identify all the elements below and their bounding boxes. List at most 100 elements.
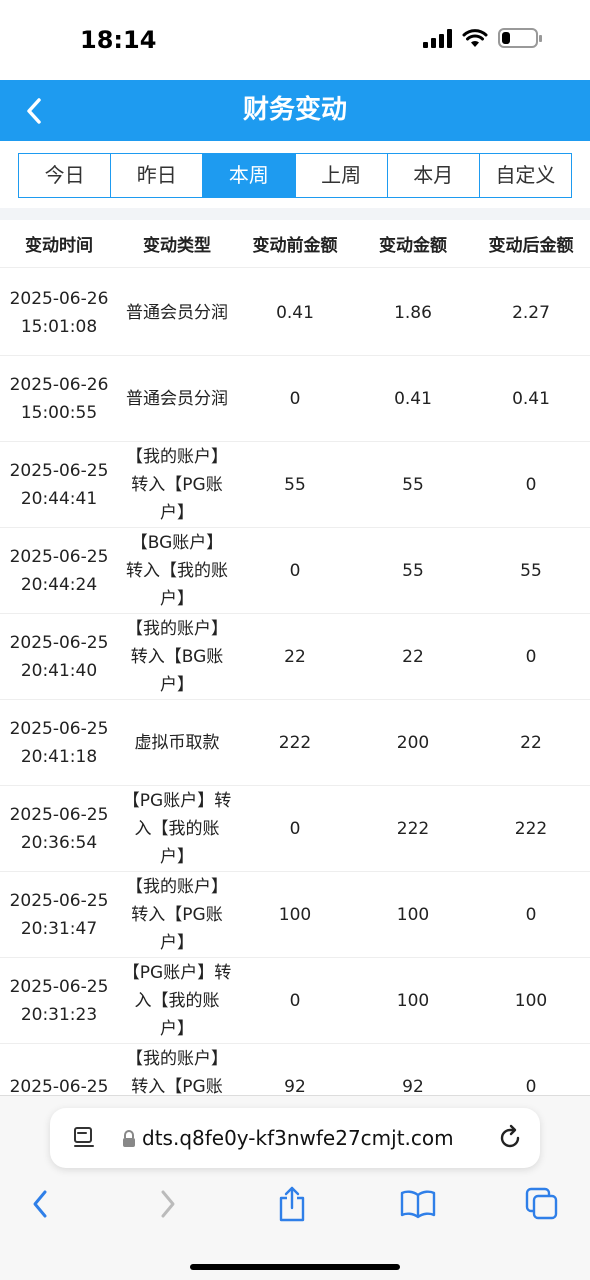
row-date-text: 2025-06-25 bbox=[9, 804, 109, 825]
row-time-text: 20:41:40 bbox=[20, 660, 98, 681]
reload-icon[interactable] bbox=[496, 1124, 524, 1152]
reader-menu-icon[interactable] bbox=[72, 1126, 96, 1150]
row-date-text: 2025-06-25 bbox=[9, 546, 109, 567]
battery-icon bbox=[498, 28, 542, 48]
row-type-line: 【我的账户】 bbox=[126, 1048, 228, 1069]
row-type-line: 【PG账户】转 bbox=[122, 962, 232, 983]
column-header-type: 变动类型 bbox=[143, 236, 211, 256]
row-time: 2025-06-25 20:31:23 bbox=[0, 973, 118, 1029]
chevron-left-icon bbox=[33, 1190, 47, 1218]
table-row: 2025-06-25 20:36:54 【PG账户】转 入【我的账 户】 0 222 222 bbox=[0, 786, 590, 872]
row-time-text: 20:31:47 bbox=[20, 918, 98, 939]
chevron-right-icon bbox=[161, 1190, 175, 1218]
row-type-line: 【我的账户】 bbox=[126, 876, 228, 897]
browser-toolbar bbox=[0, 1182, 590, 1232]
row-time: 2025-06-25 20:44:24 bbox=[0, 543, 118, 599]
period-tabs: 今日 昨日 本周 上周 本月 自定义 bbox=[18, 153, 572, 198]
row-type-line: 入【我的账 bbox=[134, 818, 220, 839]
row-type: 【PG账户】转 入【我的账户】 bbox=[118, 787, 236, 871]
column-header-before: 变动前金额 bbox=[252, 236, 338, 256]
table-row: 2025-06-25 【我的账户】转入【PG账户】 92 92 0 bbox=[0, 1044, 590, 1096]
row-type-line: 转入【PG账 bbox=[131, 474, 223, 495]
row-before-amount: 222 bbox=[278, 732, 312, 753]
row-date-text: 2025-06-25 bbox=[9, 890, 109, 911]
tab-this-month[interactable]: 本月 bbox=[387, 154, 480, 197]
back-button[interactable] bbox=[16, 93, 52, 129]
row-type: 虚拟币取款 bbox=[118, 729, 236, 757]
tabs-icon bbox=[525, 1187, 558, 1220]
row-type-line: 【我的账户】 bbox=[126, 446, 228, 467]
row-type: 【我的账户】转入【PG账户】 bbox=[118, 873, 236, 957]
row-change-amount: 55 bbox=[402, 560, 424, 581]
row-date-text: 2025-06-25 bbox=[9, 976, 109, 997]
transaction-list[interactable]: 2025-06-26 15:01:08 普通会员分润 0.41 1.86 2.27 2025… bbox=[0, 270, 590, 1095]
row-type-line: 普通会员分润 bbox=[126, 302, 228, 323]
row-before-amount: 55 bbox=[284, 474, 306, 495]
row-before-amount: 100 bbox=[278, 904, 312, 925]
address-bar[interactable]: dts.q8fe0y-kf3nwfe27cmjt.com bbox=[50, 1108, 540, 1168]
row-after-amount: 100 bbox=[514, 990, 548, 1011]
table-row: 2025-06-25 20:41:40 【我的账户】 转入【BG账 户】 22 22 0 bbox=[0, 614, 590, 700]
book-icon bbox=[400, 1190, 436, 1219]
row-type-line: 普通会员分润 bbox=[126, 388, 228, 409]
tabs-button[interactable] bbox=[520, 1182, 564, 1226]
row-type-line: 户】 bbox=[160, 1018, 194, 1039]
row-change-amount: 100 bbox=[396, 904, 430, 925]
row-before-amount: 22 bbox=[284, 646, 306, 667]
table-row: 2025-06-25 20:44:24 【BG账户】 转入【我的账 户】 0 55 55 bbox=[0, 528, 590, 614]
bookmarks-button[interactable] bbox=[396, 1182, 440, 1226]
column-header-time: 变动时间 bbox=[25, 236, 93, 256]
share-button[interactable] bbox=[270, 1182, 314, 1226]
row-type-line: 转入【PG账 bbox=[131, 904, 223, 925]
browser-forward-button[interactable] bbox=[146, 1182, 190, 1226]
tab-last-week[interactable]: 上周 bbox=[295, 154, 388, 197]
column-header-after: 变动后金额 bbox=[488, 236, 574, 256]
status-bar: 18:14 bbox=[0, 0, 590, 80]
row-change-amount: 22 bbox=[402, 646, 424, 667]
row-type-line: 户】 bbox=[160, 502, 194, 523]
url-text[interactable]: dts.q8fe0y-kf3nwfe27cmjt.com bbox=[142, 1108, 454, 1168]
table-header: 变动时间 变动类型 变动前金额 变动金额 变动后金额 bbox=[0, 220, 590, 268]
row-after-amount: 22 bbox=[520, 732, 542, 753]
table-row: 2025-06-26 15:01:08 普通会员分润 0.41 1.86 2.27 bbox=[0, 270, 590, 356]
row-type-line: 户】 bbox=[160, 846, 194, 867]
status-time: 18:14 bbox=[80, 26, 157, 54]
row-type: 【我的账户】转入【PG账户】 bbox=[118, 443, 236, 527]
row-time-text: 20:44:24 bbox=[20, 574, 98, 595]
tab-today[interactable]: 今日 bbox=[19, 154, 112, 197]
row-type: 【我的账户】转入【PG账户】 bbox=[118, 1045, 236, 1096]
row-after-amount: 55 bbox=[520, 560, 542, 581]
row-change-amount: 222 bbox=[396, 818, 430, 839]
row-type-line: 转入【BG账 bbox=[130, 646, 224, 667]
row-change-amount: 100 bbox=[396, 990, 430, 1011]
row-after-amount: 0.41 bbox=[512, 388, 550, 409]
lock-icon bbox=[123, 1130, 135, 1147]
browser-back-button[interactable] bbox=[18, 1182, 62, 1226]
row-change-amount: 0.41 bbox=[394, 388, 432, 409]
tab-this-week[interactable]: 本周 bbox=[203, 154, 296, 197]
row-after-amount: 0 bbox=[525, 1076, 537, 1096]
row-change-amount: 1.86 bbox=[394, 302, 432, 323]
row-time: 2025-06-25 20:31:47 bbox=[0, 887, 118, 943]
row-date-text: 2025-06-25 bbox=[9, 718, 109, 739]
row-type: 普通会员分润 bbox=[118, 299, 236, 327]
row-type-line: 【BG账户】 bbox=[130, 532, 224, 553]
wifi-icon bbox=[462, 29, 488, 47]
row-time-text: 20:44:41 bbox=[20, 488, 98, 509]
table-row: 2025-06-25 20:41:18 虚拟币取款 222 200 22 bbox=[0, 700, 590, 786]
row-after-amount: 0 bbox=[525, 646, 537, 667]
row-type-line: 户】 bbox=[160, 932, 194, 953]
share-icon bbox=[279, 1186, 305, 1222]
browser-bottom-bar: dts.q8fe0y-kf3nwfe27cmjt.com bbox=[0, 1095, 590, 1280]
tab-custom[interactable]: 自定义 bbox=[479, 154, 572, 197]
tab-yesterday[interactable]: 昨日 bbox=[111, 154, 204, 197]
row-time: 2025-06-25 20:44:41 bbox=[0, 457, 118, 513]
row-before-amount: 0 bbox=[289, 560, 301, 581]
row-type-line: 虚拟币取款 bbox=[134, 732, 220, 753]
row-date-text: 2025-06-26 bbox=[9, 288, 109, 309]
nav-header: 财务变动 bbox=[0, 80, 590, 141]
row-before-amount: 0.41 bbox=[276, 302, 314, 323]
row-date-text: 2025-06-25 bbox=[9, 460, 109, 481]
column-header-amount: 变动金额 bbox=[379, 236, 447, 256]
row-type-line: 【PG账户】转 bbox=[122, 790, 232, 811]
